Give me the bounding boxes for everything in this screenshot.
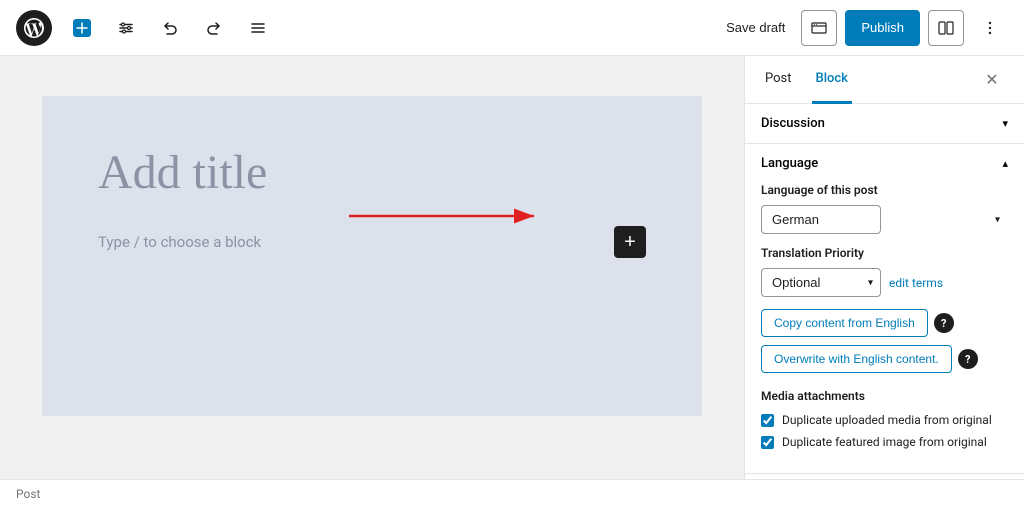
language-section-label: Language <box>761 156 818 171</box>
sidebar-close-button[interactable]: ✕ <box>976 64 1008 96</box>
edit-terms-link[interactable]: edit terms <box>889 276 943 290</box>
status-bar-label: Post <box>16 487 40 501</box>
plus-icon <box>73 19 91 37</box>
redo-icon <box>205 19 223 37</box>
checkbox-duplicate-media[interactable] <box>761 414 774 427</box>
settings-button[interactable] <box>928 10 964 46</box>
overwrite-row: Overwrite with English content. ? <box>761 345 1008 373</box>
language-section-header[interactable]: Language ▴ <box>745 144 1024 183</box>
checkbox-duplicate-featured-label: Duplicate featured image from original <box>782 435 987 449</box>
translation-priority-row: Optional High Medium Low ▾ edit terms <box>761 268 1008 297</box>
tab-block[interactable]: Block <box>812 56 852 104</box>
type-block-area: Type / to choose a block + <box>98 226 646 258</box>
undo-icon <box>161 19 179 37</box>
overwrite-help-icon[interactable]: ? <box>958 349 978 369</box>
language-select-arrow-icon: ▾ <box>995 214 1000 225</box>
language-of-post-label: Language of this post <box>761 183 1008 197</box>
publish-button[interactable]: Publish <box>845 10 920 46</box>
checkbox-duplicate-media-label: Duplicate uploaded media from original <box>782 413 992 427</box>
tools-button[interactable] <box>108 10 144 46</box>
checkbox-duplicate-media-row: Duplicate uploaded media from original <box>761 413 1008 427</box>
tab-post[interactable]: Post <box>761 56 796 104</box>
language-section: Language ▴ Language of this post German … <box>745 144 1024 474</box>
toolbar-right: Save draft Publish <box>718 10 1008 46</box>
sidebar: Post Block ✕ Discussion ▾ Language ▴ Lan… <box>744 56 1024 479</box>
more-options-button[interactable] <box>972 10 1008 46</box>
status-bar: Post <box>0 479 1024 507</box>
sidebar-tabs: Post Block ✕ <box>745 56 1024 104</box>
translation-priority-select-wrapper: Optional High Medium Low ▾ <box>761 268 881 297</box>
toolbar: Save draft Publish <box>0 0 1024 56</box>
document-overview-button[interactable] <box>240 10 276 46</box>
undo-button[interactable] <box>152 10 188 46</box>
save-draft-button[interactable]: Save draft <box>718 10 793 46</box>
add-block-button[interactable] <box>64 10 100 46</box>
checkbox-duplicate-featured[interactable] <box>761 436 774 449</box>
discussion-section-header[interactable]: Discussion ▾ <box>745 104 1024 143</box>
language-section-content: Language of this post German English Fre… <box>745 183 1024 473</box>
list-icon <box>249 19 267 37</box>
language-chevron-up-icon: ▴ <box>1002 157 1008 170</box>
main-area: Add title Type / to choose a block + Pos… <box>0 56 1024 479</box>
redo-button[interactable] <box>196 10 232 46</box>
preview-button[interactable] <box>801 10 837 46</box>
discussion-section: Discussion ▾ <box>745 104 1024 144</box>
settings-icon <box>938 20 954 36</box>
copy-content-button[interactable]: Copy content from English <box>761 309 928 337</box>
type-block-placeholder: Type / to choose a block <box>98 233 261 251</box>
discussion-label: Discussion <box>761 116 825 131</box>
copy-content-help-icon[interactable]: ? <box>934 313 954 333</box>
discussion-chevron-down-icon: ▾ <box>1002 117 1008 130</box>
language-select[interactable]: German English French Spanish <box>761 205 881 234</box>
tools-icon <box>117 19 135 37</box>
wp-logo-icon <box>24 18 44 38</box>
preview-icon <box>811 20 827 36</box>
wp-logo[interactable] <box>16 10 52 46</box>
language-select-wrapper: German English French Spanish ▾ <box>761 205 1008 234</box>
translation-priority-label: Translation Priority <box>761 246 1008 260</box>
more-options-icon <box>981 19 999 37</box>
add-title-placeholder[interactable]: Add title <box>98 144 646 202</box>
copy-content-row: Copy content from English ? <box>761 309 1008 337</box>
media-attachments-label: Media attachments <box>761 389 1008 403</box>
editor-content-area: Add title Type / to choose a block + <box>42 96 702 416</box>
overwrite-button[interactable]: Overwrite with English content. <box>761 345 952 373</box>
checkbox-duplicate-featured-row: Duplicate featured image from original <box>761 435 1008 449</box>
add-block-inline-button[interactable]: + <box>614 226 646 258</box>
editor-canvas[interactable]: Add title Type / to choose a block + <box>0 56 744 479</box>
translation-priority-select[interactable]: Optional High Medium Low <box>761 268 881 297</box>
